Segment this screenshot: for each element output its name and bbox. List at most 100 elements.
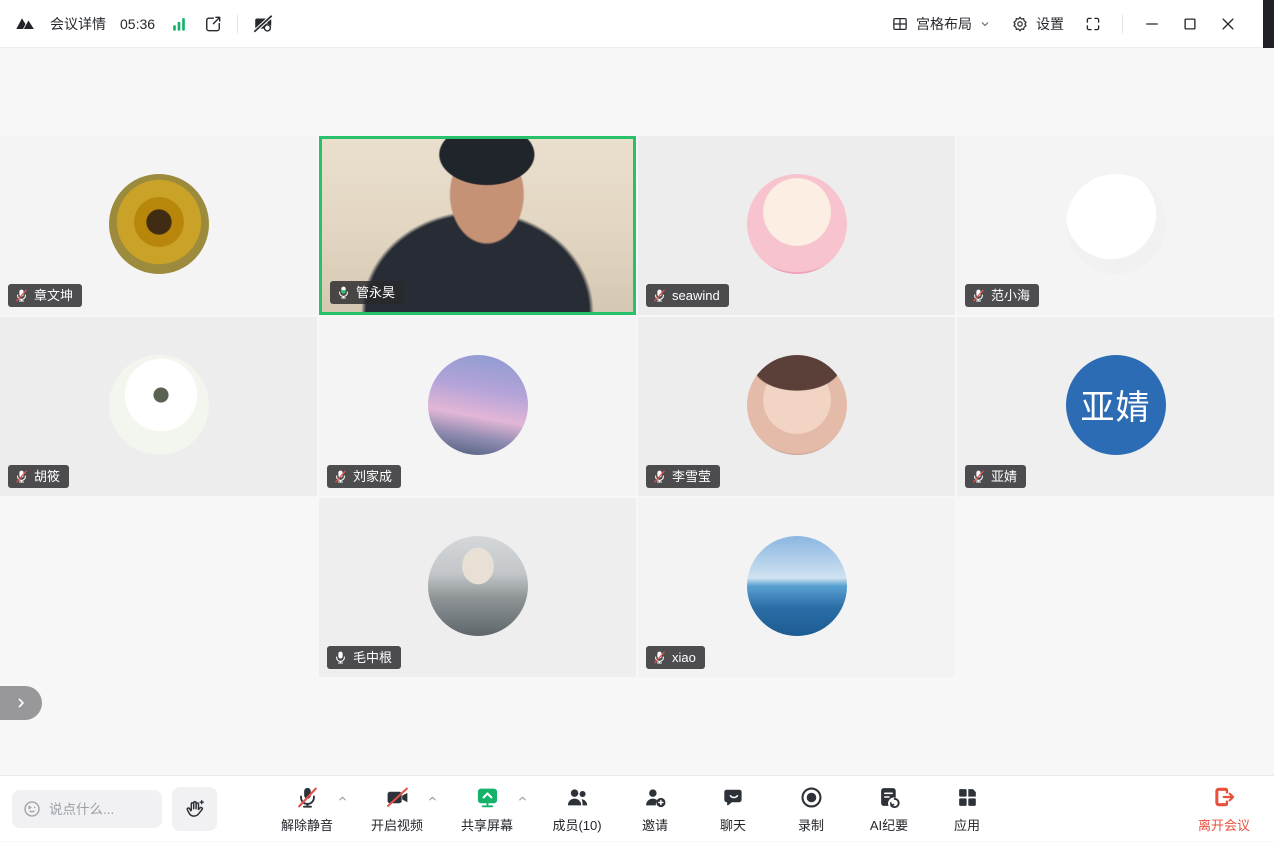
- apps-icon: [955, 784, 980, 811]
- participant-name-chip: 李雪莹: [646, 465, 720, 488]
- participant-name-chip: seawind: [646, 284, 729, 307]
- chat-icon: [721, 784, 746, 811]
- share-meeting-icon[interactable]: [203, 14, 223, 34]
- screen-share-button[interactable]: 共享屏幕: [461, 784, 513, 834]
- sunflower-painting-avatar: [109, 174, 209, 274]
- gear-icon: [1011, 15, 1029, 33]
- members-button[interactable]: 成员(10): [551, 784, 603, 834]
- invite-icon: [643, 784, 668, 811]
- minimize-icon[interactable]: [1143, 15, 1161, 33]
- white-dog-cartoon-avatar: [1066, 174, 1166, 274]
- participant-name: 刘家成: [353, 469, 392, 484]
- layout-label: 宫格布局: [916, 14, 972, 34]
- camera-off-button[interactable]: 开启视频: [371, 784, 423, 834]
- initials-avatar: 亚婧: [1066, 355, 1166, 455]
- meeting-timer: 05:36: [120, 16, 155, 32]
- participant-name: 亚婧: [991, 469, 1017, 484]
- close-icon[interactable]: [1219, 15, 1237, 33]
- screen-share-icon: [475, 784, 500, 811]
- apps-button[interactable]: 应用: [941, 784, 993, 834]
- members-label: 成员(10): [552, 815, 601, 834]
- fullscreen-icon[interactable]: [1084, 15, 1102, 33]
- mic-muted-icon: [14, 469, 29, 484]
- mic-muted-icon: [971, 469, 986, 484]
- ai-notes-button[interactable]: AI纪要: [863, 784, 915, 834]
- layout-switcher-button[interactable]: 宫格布局: [891, 14, 991, 34]
- raise-hand-button[interactable]: [172, 787, 217, 831]
- bottom-toolbar: 解除静音 开启视频 共享屏幕 成员(10) 邀请 聊天 录制 AI纪要 应用 离…: [0, 775, 1274, 841]
- mic-muted-icon: [652, 288, 667, 303]
- participant-name: 李雪莹: [672, 469, 711, 484]
- seaside-photo-avatar: [747, 536, 847, 636]
- participant-tile[interactable]: 毛中根: [319, 498, 636, 677]
- network-signal-icon[interactable]: [169, 14, 189, 34]
- chat-input[interactable]: [49, 802, 152, 817]
- participant-name-chip: 管永昊: [330, 281, 404, 304]
- participant-tile[interactable]: 章文坤: [0, 136, 317, 315]
- participant-tile[interactable]: seawind: [638, 136, 955, 315]
- mic-muted-icon: [652, 469, 667, 484]
- ai-notes-label: AI纪要: [870, 815, 908, 834]
- participant-name-chip: xiao: [646, 646, 705, 669]
- chevron-up-icon[interactable]: [517, 793, 528, 804]
- leave-meeting-label: 离开会议: [1198, 815, 1250, 834]
- camera-off-label: 开启视频: [371, 815, 423, 834]
- participant-tile[interactable]: 刘家成: [319, 317, 636, 496]
- chevron-up-icon[interactable]: [337, 793, 348, 804]
- chat-button[interactable]: 聊天: [707, 784, 759, 834]
- mic-muted-icon: [652, 650, 667, 665]
- participant-name-chip: 章文坤: [8, 284, 82, 307]
- participant-name: 范小海: [991, 288, 1030, 303]
- participant-name: 章文坤: [34, 288, 73, 303]
- participant-name: seawind: [672, 288, 720, 303]
- participant-name: xiao: [672, 650, 696, 665]
- chevron-up-icon[interactable]: [427, 793, 438, 804]
- chevron-right-icon: [13, 695, 29, 711]
- raise-hand-icon: [183, 797, 207, 821]
- wedding-illustration-avatar: [109, 355, 209, 455]
- settings-label: 设置: [1036, 14, 1064, 34]
- cartoon-boy-avatar: [747, 174, 847, 274]
- participant-tile[interactable]: 范小海: [957, 136, 1274, 315]
- participant-name-chip: 胡筱: [8, 465, 69, 488]
- participant-grid: 章文坤 管永昊 seawind 范小海 胡筱 刘家成: [0, 136, 1274, 677]
- record-button[interactable]: 录制: [785, 784, 837, 834]
- settings-button[interactable]: 设置: [1011, 14, 1064, 34]
- record-icon: [799, 784, 824, 811]
- emoji-icon[interactable]: [22, 799, 42, 819]
- grid-layout-icon: [891, 15, 909, 33]
- recording-off-icon[interactable]: [252, 13, 274, 35]
- meeting-details-button[interactable]: 会议详情: [50, 14, 106, 34]
- maximize-icon[interactable]: [1181, 15, 1199, 33]
- screen-share-label: 共享屏幕: [461, 815, 513, 834]
- participant-name-chip: 刘家成: [327, 465, 401, 488]
- mic-muted-label: 解除静音: [281, 815, 333, 834]
- mic-muted-icon: [294, 784, 319, 811]
- camera-off-icon: [384, 784, 409, 811]
- participant-name-chip: 范小海: [965, 284, 1039, 307]
- participant-tile[interactable]: xiao: [638, 498, 955, 677]
- title-bar: 会议详情 05:36 宫格布局 设置: [0, 0, 1274, 48]
- quick-chat-box[interactable]: [12, 790, 162, 828]
- members-icon: [565, 784, 590, 811]
- ai-notes-icon: [877, 784, 902, 811]
- purple-sky-avatar: [428, 355, 528, 455]
- participant-tile[interactable]: 李雪莹: [638, 317, 955, 496]
- participant-tile[interactable]: 胡筱: [0, 317, 317, 496]
- mic-muted-icon: [14, 288, 29, 303]
- leave-meeting-icon: [1211, 784, 1237, 811]
- leave-meeting-button[interactable]: 离开会议: [1198, 784, 1250, 834]
- app-logo-icon: [14, 13, 36, 35]
- mic-muted-button[interactable]: 解除静音: [281, 784, 333, 834]
- participant-tile[interactable]: 亚婧 亚婧: [957, 317, 1274, 496]
- mic-on-icon: [333, 650, 348, 665]
- chevron-down-icon: [979, 18, 991, 30]
- expand-sidebar-button[interactable]: [0, 686, 42, 720]
- chat-label: 聊天: [720, 815, 746, 834]
- participant-name-chip: 毛中根: [327, 646, 401, 669]
- toolbar-buttons: 解除静音 开启视频 共享屏幕 成员(10) 邀请 聊天 录制 AI纪要 应用: [281, 776, 993, 842]
- participant-name: 胡筱: [34, 469, 60, 484]
- divider: [237, 15, 238, 33]
- invite-button[interactable]: 邀请: [629, 784, 681, 834]
- participant-tile[interactable]: 管永昊: [319, 136, 636, 315]
